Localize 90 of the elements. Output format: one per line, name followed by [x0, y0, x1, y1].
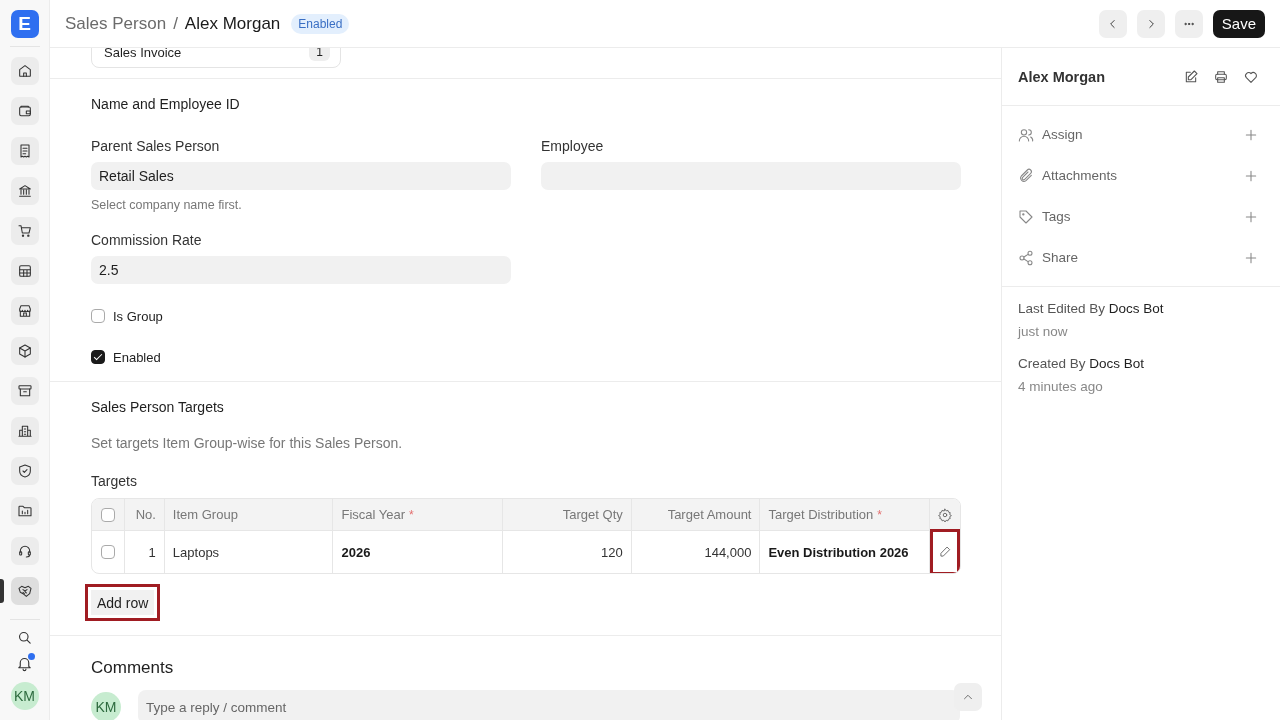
sidebar-item[interactable] [10, 417, 39, 445]
sidebar-item[interactable] [10, 217, 39, 245]
table-cell: Even Distribution 2026 [768, 544, 909, 560]
building-icon [16, 423, 33, 439]
column-header: Target Distribution [768, 507, 874, 522]
select-all-checkbox[interactable] [100, 507, 115, 522]
sidebar-item[interactable] [10, 457, 39, 485]
table-cell: 2026 [341, 544, 371, 560]
sidebar-item[interactable] [10, 337, 39, 365]
meta-text: Created By Docs Bot [1018, 356, 1146, 371]
pencil-icon [938, 545, 952, 559]
section-title: Sales Person Targets [91, 399, 225, 415]
wallet-icon [16, 103, 33, 119]
settings-icon[interactable] [938, 507, 952, 522]
page-title: Alex Morgan [184, 13, 281, 34]
bank-icon [16, 183, 33, 199]
checkbox[interactable] [91, 309, 105, 323]
required-mark: * [409, 507, 414, 522]
column-header: Target Amount [667, 507, 752, 522]
sidebar-item[interactable] [10, 577, 39, 605]
sidebar-item[interactable] [10, 537, 39, 565]
add-row-button[interactable]: Add row [85, 584, 161, 621]
checkbox-label: Enabled [113, 349, 161, 365]
share-icon [1018, 249, 1034, 266]
section-title: Name and Employee ID [91, 96, 241, 112]
checkbox[interactable] [91, 350, 105, 364]
tag-icon [1018, 208, 1034, 225]
edit-row-button[interactable] [930, 529, 960, 573]
connection-card[interactable]: Sales Invoice 1 [91, 48, 341, 68]
column-header: No. [135, 507, 156, 522]
handshake-icon [16, 583, 33, 599]
timestamp: 4 minutes ago [1018, 379, 1104, 394]
sidebar-item[interactable] [10, 97, 39, 125]
table-label: Targets [91, 473, 138, 489]
sidebar-link[interactable]: Attachments [1042, 168, 1235, 183]
column-header: Item Group [172, 507, 238, 522]
field-description: Select company name first. [91, 198, 243, 212]
sidebar-item[interactable] [10, 137, 39, 165]
status-badge: Enabled [291, 13, 350, 34]
sidebar-item[interactable] [10, 377, 39, 405]
paperclip-icon [1018, 167, 1034, 184]
store-icon [16, 303, 33, 319]
users-icon [1018, 126, 1034, 143]
box-icon [16, 343, 33, 359]
breadcrumb-link[interactable]: Sales Person [65, 13, 167, 34]
headset-icon [16, 543, 33, 559]
folder-icon [16, 503, 33, 519]
sidebar-link[interactable]: Share [1042, 250, 1235, 265]
timestamp: just now [1018, 324, 1069, 339]
field-label: Commission Rate [91, 232, 203, 248]
required-mark: * [877, 507, 882, 522]
sidebar-item[interactable] [10, 177, 39, 205]
table-cell: 120 [601, 544, 623, 560]
count-badge: 1 [309, 48, 330, 61]
column-header: Target Qty [562, 507, 623, 522]
checkbox-label: Is Group [113, 308, 163, 324]
breadcrumb-separator: / [173, 13, 178, 34]
connection-label: Sales Invoice [104, 48, 182, 60]
sidebar-item[interactable] [10, 57, 39, 85]
sidebar-item[interactable] [10, 257, 39, 285]
sidebar-link[interactable]: Assign [1042, 127, 1235, 142]
archive-icon [16, 383, 33, 399]
field-label: Parent Sales Person [91, 138, 221, 154]
table-cell: 1 [148, 544, 156, 560]
app-logo[interactable]: E [10, 10, 39, 38]
record-title: Alex Morgan [1018, 68, 1105, 85]
user-avatar[interactable]: KM [10, 682, 39, 710]
field-label: Employee [541, 138, 605, 154]
table-icon [16, 263, 33, 279]
active-indicator [0, 579, 4, 603]
comment-field[interactable]: Type a reply / comment [138, 690, 960, 720]
sidebar-item[interactable] [10, 497, 39, 525]
column-header: Fiscal Year [341, 507, 406, 522]
user-avatar: KM [91, 692, 121, 720]
home-icon [16, 63, 33, 79]
print-icon[interactable] [1213, 68, 1229, 85]
cart-icon [16, 223, 33, 239]
row-checkbox[interactable] [100, 545, 115, 559]
save-button[interactable]: Save [1212, 9, 1265, 38]
edit-icon[interactable] [1183, 68, 1199, 85]
shield-icon [16, 463, 33, 479]
input-field[interactable]: Retail Sales [91, 162, 511, 190]
table-cell: Laptops [172, 544, 220, 560]
table-cell: 144,000 [704, 544, 752, 560]
sidebar-item[interactable] [10, 297, 39, 325]
meta-text: Last Edited By Docs Bot [1018, 301, 1165, 316]
comments-title: Comments [91, 658, 175, 678]
input-field[interactable]: 2.5 [91, 256, 511, 284]
section-description: Set targets Item Group-wise for this Sales Person. [91, 435, 404, 451]
sidebar-link[interactable]: Tags [1042, 209, 1235, 224]
